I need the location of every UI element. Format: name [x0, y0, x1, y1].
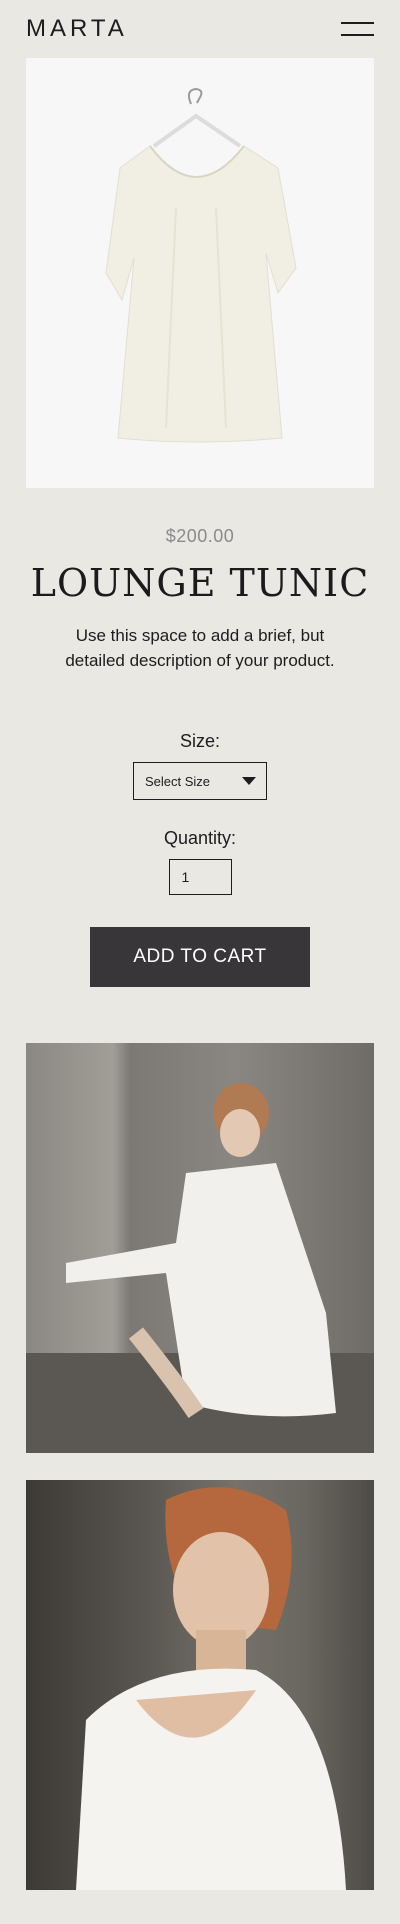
quantity-input[interactable]: 1: [168, 859, 232, 895]
product-title: LOUNGE TUNIC: [30, 561, 370, 605]
size-label: Size:: [179, 731, 221, 751]
product-description: Use this space to add a brief, but detai…: [65, 626, 335, 670]
size-select[interactable]: Select Size: [133, 762, 267, 800]
product-image: [26, 58, 374, 488]
chevron-down-icon: [242, 777, 256, 785]
tunic-on-hanger-image: [105, 87, 297, 443]
product-price: $200.00: [165, 526, 235, 546]
hamburger-menu-icon[interactable]: [341, 22, 374, 36]
site-logo[interactable]: MARTA: [26, 15, 128, 43]
size-select-value: Select Size: [145, 773, 211, 789]
add-to-cart-button[interactable]: ADD TO CART: [90, 927, 310, 987]
model-portrait-photo: [26, 1480, 374, 1890]
site-header: MARTA: [0, 0, 400, 58]
model-crouching-photo: [26, 1043, 374, 1453]
quantity-label: Quantity:: [163, 828, 237, 848]
